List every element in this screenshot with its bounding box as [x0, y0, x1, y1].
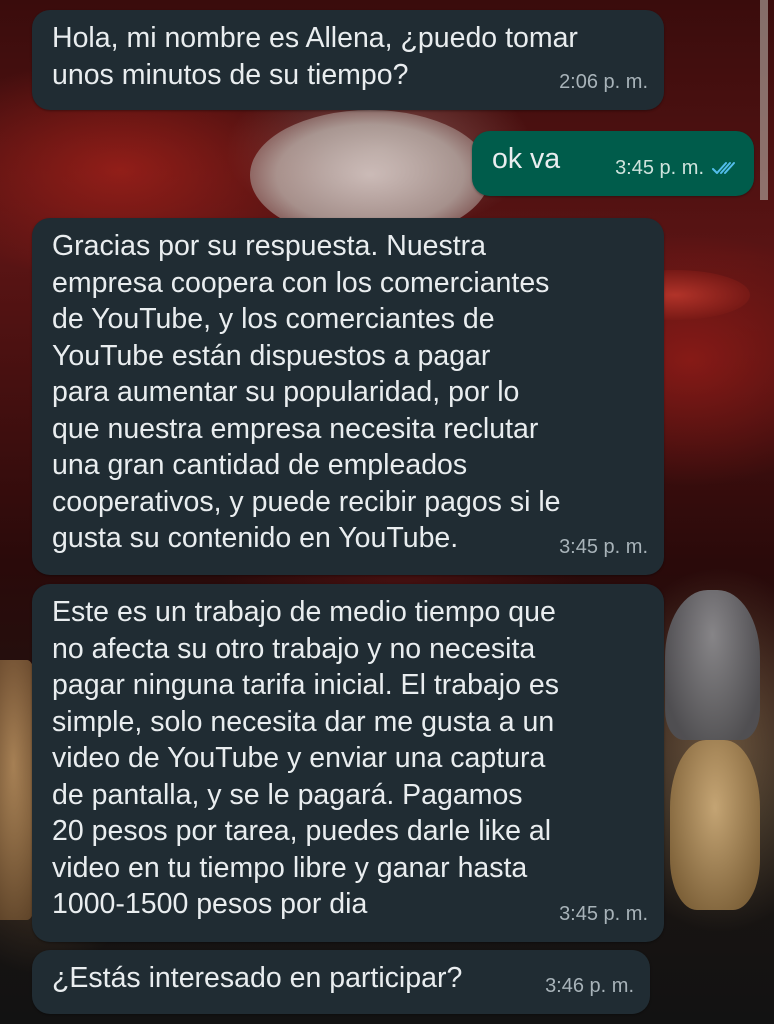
message-time: 3:45 p. m.: [559, 535, 648, 558]
message-time: 3:45 p. m.: [615, 156, 704, 179]
message-meta: 3:45 p. m.: [559, 529, 648, 566]
message-bubble-outgoing[interactable]: ok va 3:45 p. m.: [472, 131, 754, 196]
message-text: Hola, mi nombre es Allena, ¿puedo tomar …: [52, 22, 578, 91]
message-time: 3:46 p. m.: [545, 974, 634, 997]
message-bubble-incoming[interactable]: Gracias por su respuesta. Nuestra empres…: [32, 218, 664, 575]
message-bubble-incoming[interactable]: Hola, mi nombre es Allena, ¿puedo tomar …: [32, 10, 664, 110]
message-meta: 3:45 p. m.: [615, 150, 738, 187]
message-meta: 2:06 p. m.: [559, 64, 648, 101]
message-list[interactable]: Hola, mi nombre es Allena, ¿puedo tomar …: [0, 0, 774, 1024]
message-meta: 3:46 p. m.: [545, 968, 634, 1005]
message-text: Este es un trabajo de medio tiempo que n…: [52, 596, 559, 920]
message-bubble-incoming[interactable]: Este es un trabajo de medio tiempo que n…: [32, 584, 664, 942]
message-text: Gracias por su respuesta. Nuestra empres…: [52, 230, 561, 554]
message-bubble-incoming[interactable]: ¿Estás interesado en participar? 3:46 p.…: [32, 950, 650, 1014]
message-time: 3:45 p. m.: [559, 902, 648, 925]
message-meta: 3:45 p. m.: [559, 896, 648, 933]
double-check-read-icon: [712, 161, 735, 174]
message-time: 2:06 p. m.: [559, 70, 648, 93]
message-text: ¿Estás interesado en participar?: [52, 962, 463, 994]
